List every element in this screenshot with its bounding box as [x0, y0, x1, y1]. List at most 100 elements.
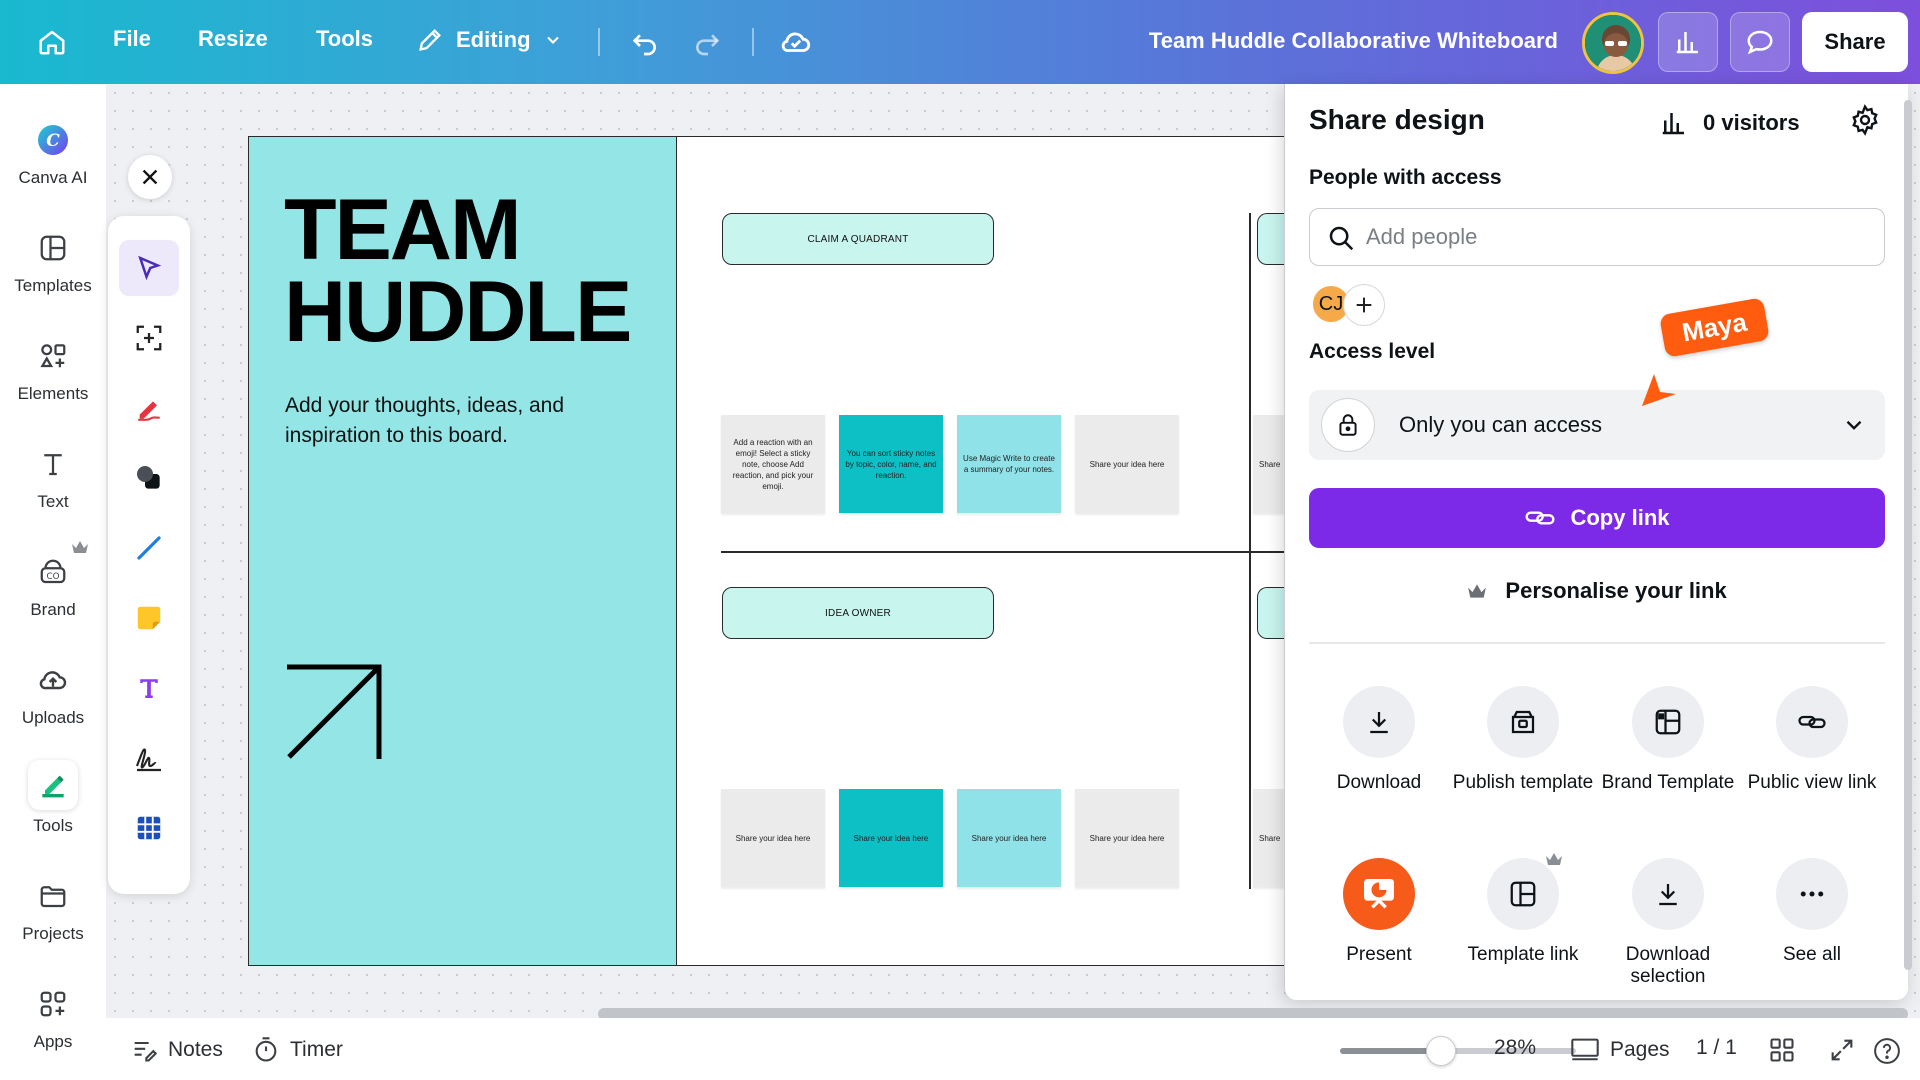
resize-menu[interactable]: Resize [198, 26, 268, 52]
sticky-note[interactable]: Share your idea here [839, 789, 943, 887]
sidebar-item-projects[interactable]: Projects [0, 874, 106, 944]
share-button[interactable]: Share [1802, 12, 1908, 72]
uploads-icon [31, 658, 75, 702]
signature-tool[interactable] [119, 730, 179, 786]
access-level-dropdown[interactable]: Only you can access [1309, 390, 1885, 460]
undo-icon[interactable] [624, 22, 664, 62]
user-avatar[interactable] [1582, 12, 1644, 74]
diagonal-arrow-icon [287, 664, 382, 759]
sidebar-item-canva-ai[interactable]: C Canva AI [0, 118, 106, 188]
sticky-note[interactable]: Share your idea here [1075, 415, 1179, 513]
panel-scrollbar[interactable] [1904, 100, 1912, 970]
personalise-link-button[interactable]: Personalise your link [1285, 578, 1909, 604]
sidebar-item-templates[interactable]: Templates [0, 226, 106, 296]
sidebar-item-apps[interactable]: Apps [0, 982, 106, 1052]
template-link-option[interactable]: Template link [1448, 853, 1598, 966]
download-option[interactable]: Download [1304, 686, 1454, 794]
left-sidebar: C Canva AI Templates Elements Text CO Br… [0, 84, 106, 1080]
grid-view-icon [1770, 1038, 1794, 1062]
shapes-icon [137, 466, 160, 489]
text-tool[interactable] [119, 660, 179, 716]
notes-button[interactable]: Notes [130, 1036, 223, 1064]
sidebar-item-elements[interactable]: Elements [0, 334, 106, 404]
document-title[interactable]: Team Huddle Collaborative Whiteboard [1149, 28, 1558, 54]
shapes-tool[interactable] [119, 450, 179, 506]
select-tool[interactable] [119, 240, 179, 296]
page-counter: 1 / 1 [1696, 1036, 1737, 1059]
close-toolbar-button[interactable] [128, 155, 172, 199]
draw-tool[interactable] [119, 380, 179, 436]
sticky-note-partial[interactable]: Share [1253, 789, 1287, 887]
sidebar-item-text[interactable]: Text [0, 442, 106, 512]
public-view-link-option[interactable]: Public view link [1737, 686, 1887, 794]
zoom-slider-handle[interactable] [1426, 1036, 1456, 1066]
sticky-note[interactable]: Share your idea here [721, 789, 825, 887]
sticky-note-tool[interactable] [119, 590, 179, 646]
sticky-note-partial[interactable]: Share [1253, 415, 1287, 513]
see-all-option[interactable]: See all [1737, 858, 1887, 966]
zoom-slider[interactable] [1340, 1036, 1576, 1066]
line-tool[interactable] [119, 520, 179, 576]
zoom-percentage[interactable]: 28% [1494, 1036, 1536, 1060]
share-settings-button[interactable] [1845, 100, 1885, 140]
timer-button[interactable]: Timer [252, 1036, 343, 1064]
crown-icon [1468, 584, 1487, 598]
sticky-note[interactable]: Share your idea here [957, 789, 1061, 887]
sidebar-item-brand[interactable]: CO Brand [0, 541, 106, 620]
add-collaborator-button[interactable] [1343, 284, 1385, 326]
frame-tool[interactable] [119, 310, 179, 366]
idea-owner-label[interactable]: IDEA OWNER [722, 587, 994, 639]
sticky-note-text: Add a reaction with an emoji! Select a s… [732, 437, 814, 491]
plus-icon [1356, 297, 1372, 313]
whiteboard-page[interactable]: TEAM HUDDLE Add your thoughts, ideas, an… [248, 136, 1288, 966]
toolbar-divider [598, 28, 600, 56]
more-icon [1776, 858, 1848, 930]
pages-button[interactable]: Pages [1570, 1036, 1670, 1064]
fullscreen-button[interactable] [1828, 1036, 1856, 1064]
download-selection-option[interactable]: Download selection [1593, 858, 1743, 988]
sidebar-item-tools[interactable]: Tools [0, 760, 106, 836]
comments-button[interactable] [1730, 12, 1790, 72]
sidebar-item-uploads[interactable]: Uploads [0, 658, 106, 728]
publish-template-icon [1487, 686, 1559, 758]
present-option[interactable]: Present [1304, 858, 1454, 966]
grid-view-button[interactable] [1768, 1036, 1796, 1064]
copy-link-button[interactable]: Copy link [1309, 488, 1885, 548]
claim-quadrant-label[interactable]: CLAIM A QUADRANT [722, 213, 994, 265]
sticky-note[interactable]: You can sort sticky notes by topic, colo… [839, 415, 943, 513]
sticky-note[interactable]: Use Magic Write to create a summary of y… [957, 415, 1061, 513]
sidebar-item-label: Templates [14, 276, 92, 295]
cloud-saved-icon[interactable] [776, 22, 816, 62]
elements-icon [31, 334, 75, 378]
personalise-link-label: Personalise your link [1505, 578, 1727, 603]
board-title[interactable]: TEAM HUDDLE [284, 182, 632, 355]
publish-template-option[interactable]: Publish template [1448, 686, 1598, 794]
option-label: Present [1346, 944, 1412, 965]
add-people-input[interactable]: Add people [1309, 208, 1885, 266]
board-title-line: TEAM [284, 182, 522, 278]
help-button[interactable] [1872, 1036, 1902, 1066]
sticky-note[interactable]: Add a reaction with an emoji! Select a s… [721, 415, 825, 513]
editing-mode-dropdown[interactable]: Editing [416, 26, 563, 54]
sticky-note[interactable]: Share your idea here [1075, 789, 1179, 887]
file-menu[interactable]: File [113, 26, 151, 52]
board-subtitle[interactable]: Add your thoughts, ideas, and inspiratio… [285, 391, 585, 451]
table-icon [137, 816, 161, 840]
table-tool[interactable] [119, 800, 179, 856]
panel-title: Share design [1309, 104, 1485, 135]
template-link-icon [1487, 853, 1562, 930]
quadrant-divider-horizontal [721, 551, 1287, 553]
redo-icon[interactable] [688, 22, 728, 62]
visitors-count[interactable]: 0 visitors [1659, 108, 1800, 138]
crown-icon [1546, 853, 1562, 865]
brand-template-option[interactable]: Brand Template [1593, 686, 1743, 794]
expand-icon [1831, 1039, 1853, 1061]
panel-divider [1309, 642, 1885, 644]
insights-chart-button[interactable] [1658, 12, 1718, 72]
home-icon[interactable] [32, 22, 72, 62]
share-design-panel: Share design 0 visitors People with acce… [1284, 84, 1908, 1000]
svg-text:CO: CO [47, 572, 60, 582]
close-icon [142, 169, 158, 185]
tools-menu[interactable]: Tools [316, 26, 373, 52]
gear-icon [1852, 104, 1878, 136]
